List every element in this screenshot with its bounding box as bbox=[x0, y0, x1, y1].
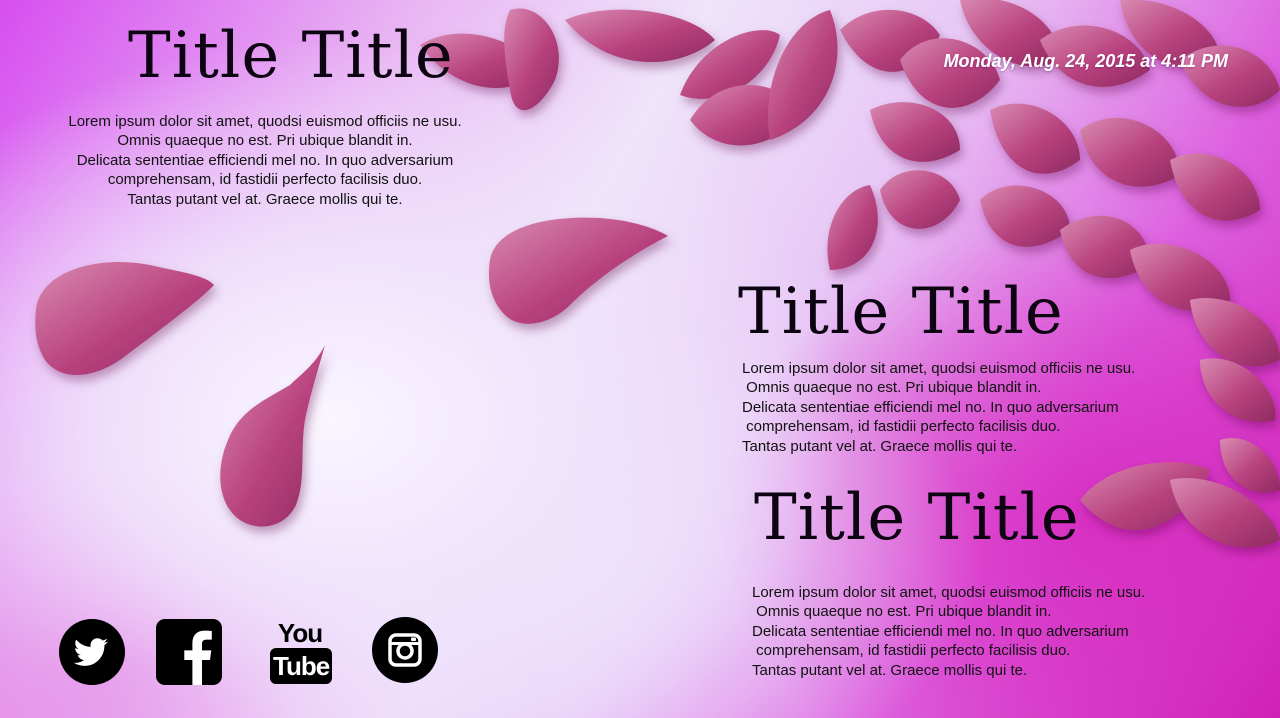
section-1-line: Tantas putant vel at. Graece mollis qui … bbox=[127, 190, 403, 208]
section-3-line: Lorem ipsum dolor sit amet, quodsi euism… bbox=[752, 584, 1146, 601]
twitter-icon bbox=[59, 619, 125, 685]
section-3-line: comprehensam, id fastidii perfecto facil… bbox=[752, 642, 1071, 660]
facebook-icon bbox=[156, 619, 222, 685]
section-1-title: Title Title bbox=[128, 19, 454, 93]
facebook-link[interactable] bbox=[155, 618, 223, 686]
section-2-title: Title Title bbox=[738, 275, 1064, 349]
section-1-line: Delicata sententiae efficiendi mel no. I… bbox=[76, 151, 454, 169]
section-2-line: Omnis quaeque no est. Pri ubique blandit… bbox=[742, 379, 1042, 397]
youtube-tube-label: Tube bbox=[270, 648, 333, 684]
section-3-body: Lorem ipsum dolor sit amet, quodsi euism… bbox=[752, 583, 1192, 680]
datetime-label: Monday, Aug. 24, 2015 at 4:11 PM bbox=[943, 51, 1228, 71]
section-3-line: Omnis quaeque no est. Pri ubique blandit… bbox=[752, 603, 1052, 621]
section-1-line: Lorem ipsum dolor sit amet, quodsi euism… bbox=[68, 113, 462, 130]
section-3-title: Title Title bbox=[754, 481, 1080, 555]
section-1-line: Omnis quaeque no est. Pri ubique blandit… bbox=[117, 132, 413, 150]
section-3-line: Tantas putant vel at. Graece mollis qui … bbox=[752, 661, 1028, 679]
youtube-icon: You Tube bbox=[270, 618, 333, 684]
youtube-you-label: You bbox=[277, 618, 323, 648]
section-1-body: Lorem ipsum dolor sit amet, quodsi euism… bbox=[50, 112, 480, 209]
twitter-link[interactable] bbox=[58, 618, 126, 686]
section-2-line: Delicata sententiae efficiendi mel no. I… bbox=[742, 398, 1119, 416]
section-1-line: comprehensam, id fastidii perfecto facil… bbox=[107, 171, 423, 189]
youtube-link[interactable]: You Tube bbox=[270, 618, 333, 684]
section-3-line: Delicata sententiae efficiendi mel no. I… bbox=[752, 622, 1129, 640]
section-2-line: comprehensam, id fastidii perfecto facil… bbox=[742, 418, 1061, 436]
instagram-link[interactable] bbox=[371, 616, 439, 684]
instagram-icon bbox=[372, 617, 438, 683]
section-2-body: Lorem ipsum dolor sit amet, quodsi euism… bbox=[742, 359, 1182, 456]
section-2-line: Tantas putant vel at. Graece mollis qui … bbox=[742, 437, 1018, 455]
section-2-line: Lorem ipsum dolor sit amet, quodsi euism… bbox=[742, 360, 1136, 377]
